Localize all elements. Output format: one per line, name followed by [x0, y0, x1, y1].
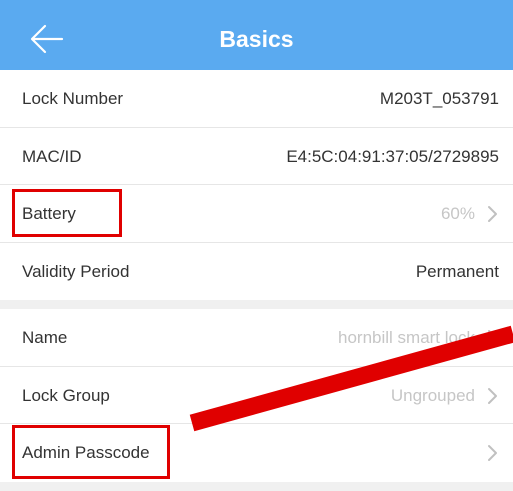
app-header: Basics — [0, 0, 513, 78]
admin-passcode-label: Admin Passcode — [22, 443, 150, 462]
validity-period-value: Permanent — [415, 261, 499, 281]
chevron-right-icon — [488, 445, 497, 461]
name-row[interactable]: Name hornbill smart lock — [0, 309, 513, 367]
mac-id-label: MAC/ID — [22, 146, 82, 166]
chevron-right-icon — [488, 330, 497, 346]
mac-id-row: MAC/ID E4:5C:04:91:37:05/2729895 — [0, 128, 513, 185]
validity-period-row: Validity Period Permanent — [0, 243, 513, 301]
battery-row[interactable]: Battery 60% — [0, 185, 513, 243]
battery-value: 60% — [440, 204, 475, 223]
lock-number-row: Lock Number M203T_053791 — [0, 70, 513, 128]
lock-number-label: Lock Number — [22, 89, 124, 108]
page-title: Basics — [219, 26, 294, 52]
validity-period-label: Validity Period — [22, 261, 130, 281]
chevron-right-icon — [488, 206, 497, 222]
admin-passcode-row[interactable]: Admin Passcode — [0, 424, 513, 482]
chevron-right-icon — [488, 387, 497, 404]
lock-number-value: M203T_053791 — [379, 89, 499, 108]
name-value: hornbill smart lock — [338, 328, 475, 347]
battery-label: Battery — [22, 204, 76, 223]
lock-group-label: Lock Group — [22, 385, 110, 405]
settings-group: Name hornbill smart lock Lock Group Ungr… — [0, 309, 513, 482]
mac-id-value: E4:5C:04:91:37:05/2729895 — [286, 146, 499, 166]
lock-group-value: Ungrouped — [390, 385, 475, 405]
lock-group-row[interactable]: Lock Group Ungrouped — [0, 367, 513, 424]
name-label: Name — [22, 328, 68, 347]
basics-group: Lock Number M203T_053791 MAC/ID E4:5C:04… — [0, 70, 513, 300]
